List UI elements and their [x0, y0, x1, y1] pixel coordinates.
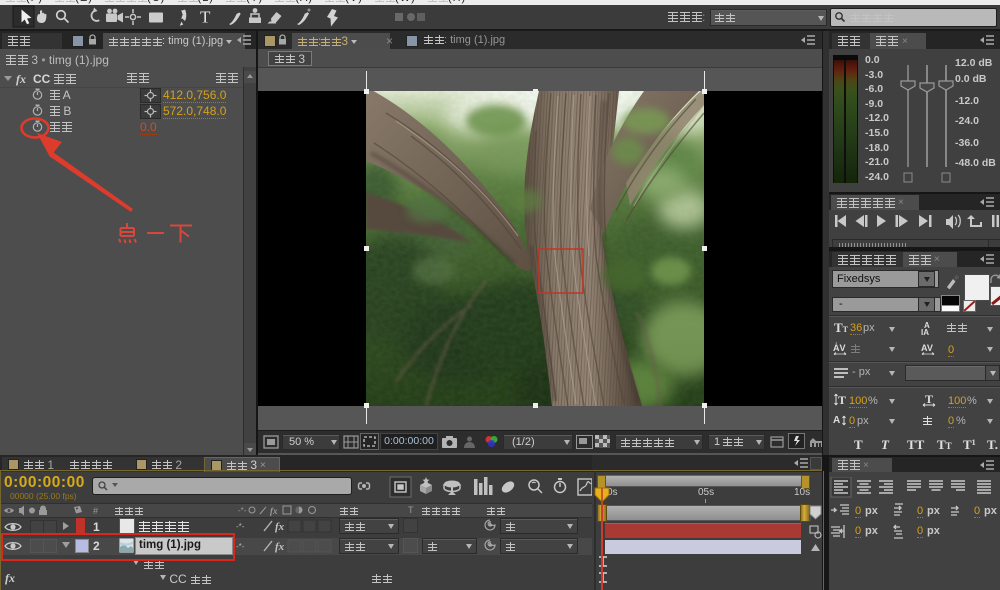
svg-text:T: T: [925, 392, 933, 406]
svg-text:AV: AV: [921, 343, 933, 353]
svg-text:T: T: [200, 8, 211, 27]
svg-text:#: #: [93, 506, 98, 516]
svg-text:A̾V: A̾V: [833, 342, 846, 353]
svg-text:fx: fx: [275, 521, 285, 533]
svg-text:A: A: [833, 415, 840, 426]
svg-text:-*-: -*-: [236, 522, 245, 531]
svg-text:T: T: [838, 393, 846, 407]
svg-text:-*-: -*-: [238, 506, 247, 515]
svg-text:-*-: -*-: [236, 542, 245, 551]
svg-text:fx: fx: [270, 506, 278, 516]
svg-text:fx: fx: [275, 541, 285, 553]
svg-text:IA: IA: [921, 328, 929, 335]
